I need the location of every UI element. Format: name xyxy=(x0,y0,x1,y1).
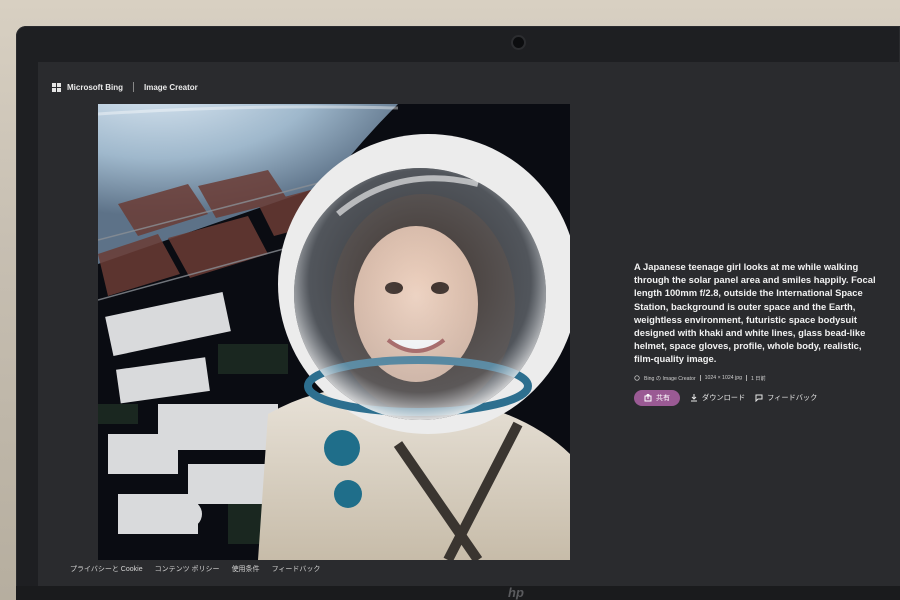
download-label: ダウンロード xyxy=(702,392,746,402)
generated-image-art xyxy=(98,104,570,560)
image-details: A Japanese teenage girl looks at me whil… xyxy=(634,260,878,406)
age-label: 1 日前 xyxy=(750,375,766,382)
meta-divider xyxy=(745,375,747,382)
feedback-icon xyxy=(755,394,763,402)
footer-link-feedback[interactable]: フィードバック xyxy=(272,564,321,574)
webcam xyxy=(513,37,524,48)
action-bar: 共有 ダウンロード フィードバック xyxy=(634,389,878,406)
app-header: Microsoft Bing Image Creator xyxy=(52,78,198,96)
footer-link-content-policy[interactable]: コンテンツ ポリシー xyxy=(155,564,220,574)
image-meta: Bing の Image Creator 1024 × 1024 jpg 1 日… xyxy=(634,375,878,382)
share-icon xyxy=(644,393,652,402)
feedback-button[interactable]: フィードバック xyxy=(755,393,817,403)
source-label: Bing の Image Creator xyxy=(644,375,696,382)
share-label: 共有 xyxy=(656,394,670,402)
generated-image[interactable] xyxy=(98,104,570,560)
brand-link[interactable]: Microsoft Bing xyxy=(67,83,123,92)
prompt-text: A Japanese teenage girl looks at me whil… xyxy=(634,261,876,365)
hp-logo: hp xyxy=(508,585,524,600)
size-label: 1024 × 1024 jpg xyxy=(704,375,742,382)
browser-screen: Microsoft Bing Image Creator A Japanese … xyxy=(38,62,900,586)
meta-divider xyxy=(699,375,701,382)
feedback-label: フィードバック xyxy=(767,392,818,402)
laptop-bottom-bezel xyxy=(16,586,900,600)
bing-icon xyxy=(634,375,640,381)
product-link[interactable]: Image Creator xyxy=(144,83,198,92)
header-divider xyxy=(133,82,134,92)
footer-link-privacy[interactable]: プライバシーと Cookie xyxy=(70,564,143,574)
download-button[interactable]: ダウンロード xyxy=(690,393,745,403)
download-icon xyxy=(691,393,697,402)
share-button[interactable]: 共有 xyxy=(634,389,680,406)
footer-links: プライバシーと Cookie コンテンツ ポリシー 使用条件 フィードバック xyxy=(70,564,320,574)
footer-link-terms[interactable]: 使用条件 xyxy=(232,564,260,574)
microsoft-logo-icon xyxy=(52,82,61,92)
